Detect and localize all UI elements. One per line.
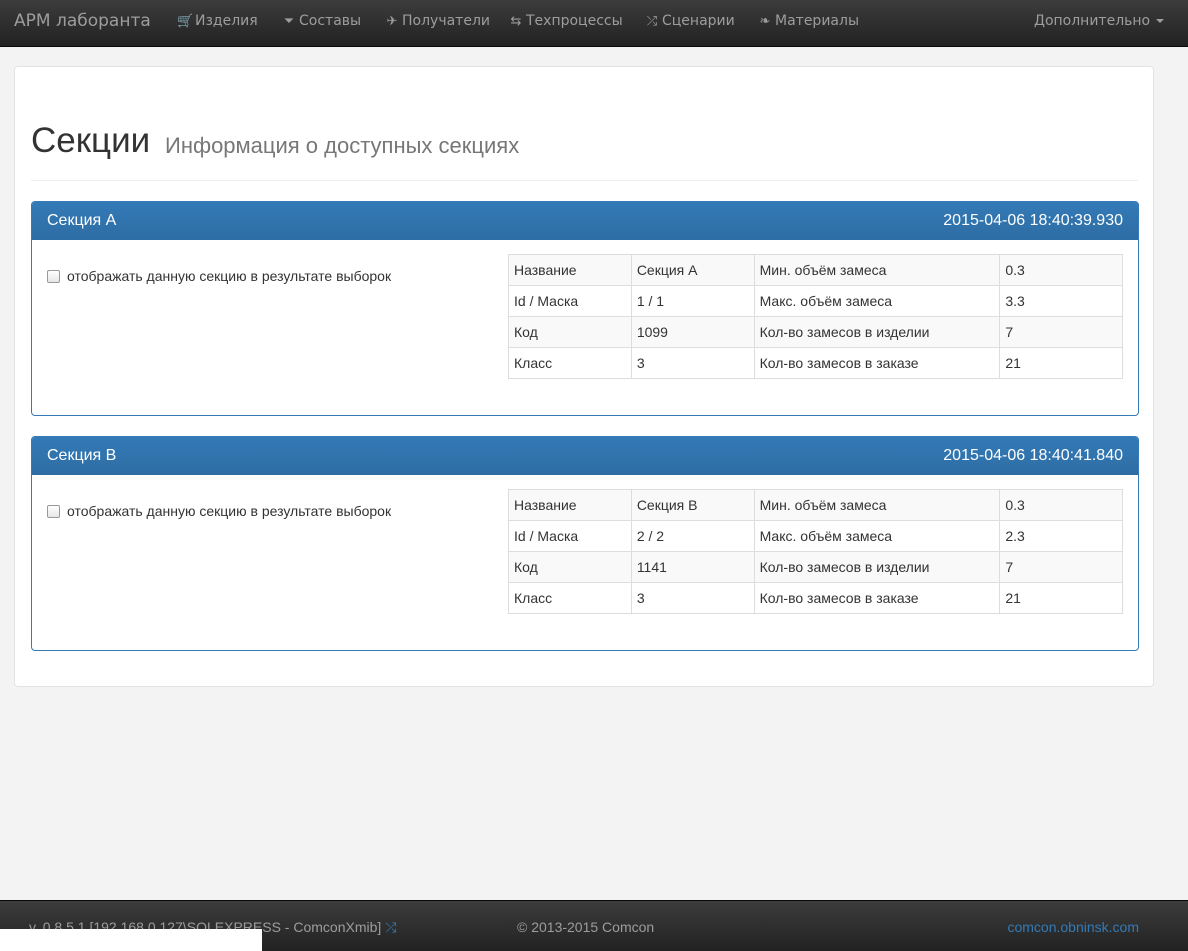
checkbox-box[interactable] <box>47 269 60 283</box>
page-header: Секции Информация о доступных секциях <box>31 117 1138 181</box>
table-cell: Кол-во замесов в заказе <box>753 347 1001 379</box>
table-cell: 21 <box>999 582 1123 614</box>
main-container: Секции Информация о доступных секциях Се… <box>14 66 1154 687</box>
retweet-icon: ⇆ <box>510 14 522 29</box>
table-cell: Id / Маска <box>508 520 632 552</box>
section-info-table: Название Секция B Мин. объём замеса 0.3 … <box>508 489 1123 614</box>
table-row: Название Секция B Мин. объём замеса 0.3 <box>508 489 1123 521</box>
nav-item-label: Техпроцессы <box>526 13 623 29</box>
table-cell: Код <box>508 316 632 348</box>
table-cell: 3 <box>630 582 755 614</box>
table-row: Код 1141 Кол-во замесов в изделии 7 <box>508 551 1123 583</box>
panel-body: отображать данную секцию в результате вы… <box>32 240 1138 415</box>
panel-timestamp: 2015-04-06 18:40:39.930 <box>943 212 1123 229</box>
caret-down-icon <box>1156 19 1165 23</box>
table-row: Класс 3 Кол-во замесов в заказе 21 <box>508 582 1123 614</box>
panel-title: Секция B <box>47 447 117 464</box>
table-cell: Код <box>508 551 632 583</box>
show-section-checkbox[interactable]: отображать данную секцию в результате вы… <box>47 501 391 521</box>
nav-item-techprocesses[interactable]: ⇆ Техпроцессы <box>508 0 623 42</box>
table-cell: Секция B <box>630 489 755 521</box>
table-row: Название Секция A Мин. объём замеса 0.3 <box>508 254 1123 286</box>
table-row: Код 1099 Кол-во замесов в изделии 7 <box>508 316 1123 348</box>
table-cell: Название <box>508 489 632 521</box>
nav-item-label: Сценарии <box>662 13 735 29</box>
cart-icon: 🛒 <box>177 14 194 29</box>
table-cell: 2 / 2 <box>630 520 755 552</box>
nav-item-label: Составы <box>299 13 362 29</box>
leaf-icon: ❧ <box>759 14 771 29</box>
table-cell: 1099 <box>630 316 755 348</box>
table-cell: 3 <box>630 347 755 379</box>
panel-heading: Секция B 2015-04-06 18:40:41.840 <box>32 437 1138 475</box>
panel-timestamp: 2015-04-06 18:40:41.840 <box>943 447 1123 464</box>
nav-item-label: Материалы <box>775 13 859 29</box>
nav-dropdown-more[interactable]: Дополнительно <box>1034 0 1165 42</box>
table-cell: 1141 <box>630 551 755 583</box>
random-icon[interactable]: ⤮ <box>385 919 396 935</box>
table-cell: Секция A <box>630 254 755 286</box>
table-cell: 3.3 <box>999 285 1123 317</box>
random-icon: ⤮ <box>646 14 658 29</box>
nav-item-scenarios[interactable]: ⤮ Сценарии <box>644 0 735 42</box>
table-cell: 21 <box>999 347 1123 379</box>
nav-item-label: Получатели <box>402 13 490 29</box>
nav-dropdown-label: Дополнительно <box>1034 13 1151 29</box>
checkbox-label: отображать данную секцию в результате вы… <box>67 503 392 519</box>
nav-item-label: Изделия <box>195 13 258 29</box>
filter-icon: ⏷ <box>283 14 295 29</box>
panel-heading: Секция A 2015-04-06 18:40:39.930 <box>32 202 1138 240</box>
table-row: Id / Маска 2 / 2 Макс. объём замеса 2.3 <box>508 520 1123 552</box>
table-cell: Класс <box>508 582 632 614</box>
table-cell: 0.3 <box>999 489 1123 521</box>
page-title: Секции <box>31 121 151 160</box>
page-subtitle: Информация о доступных секциях <box>165 133 520 158</box>
table-cell: Макс. объём замеса <box>753 520 1001 552</box>
nav-item-compositions[interactable]: ⏷ Составы <box>281 0 361 42</box>
table-cell: 1 / 1 <box>630 285 755 317</box>
plane-icon: ✈ <box>386 14 398 29</box>
table-cell: Мин. объём замеса <box>753 489 1001 521</box>
table-cell: Кол-во замесов в изделии <box>753 551 1001 583</box>
table-row: Id / Маска 1 / 1 Макс. объём замеса 3.3 <box>508 285 1123 317</box>
table-cell: 0.3 <box>999 254 1123 286</box>
nav-item-materials[interactable]: ❧ Материалы <box>757 0 859 42</box>
section-info-table: Название Секция A Мин. объём замеса 0.3 … <box>508 254 1123 379</box>
panel-title: Секция A <box>47 212 117 229</box>
panel-body: отображать данную секцию в результате вы… <box>32 475 1138 650</box>
table-cell: 7 <box>999 551 1123 583</box>
table-cell: 7 <box>999 316 1123 348</box>
table-cell: Кол-во замесов в заказе <box>753 582 1001 614</box>
navbar: АРМ лаборанта 🛒 Изделия ⏷ Составы ✈ Получат… <box>0 0 1188 47</box>
section-panel-a: Секция A 2015-04-06 18:40:39.930 отображ… <box>31 201 1139 416</box>
navbar-brand[interactable]: АРМ лаборанта <box>14 0 151 42</box>
show-section-checkbox[interactable]: отображать данную секцию в результате вы… <box>47 266 391 286</box>
checkbox-box[interactable] <box>47 504 60 518</box>
overlay-panel <box>0 929 262 951</box>
table-cell: 2.3 <box>999 520 1123 552</box>
table-cell: Id / Маска <box>508 285 632 317</box>
nav-item-recipients[interactable]: ✈ Получатели <box>384 0 490 42</box>
footer-site-link[interactable]: comcon.obninsk.com <box>1007 919 1139 935</box>
table-row: Класс 3 Кол-во замесов в заказе 21 <box>508 347 1123 379</box>
table-cell: Кол-во замесов в изделии <box>753 316 1001 348</box>
section-panel-b: Секция B 2015-04-06 18:40:41.840 отображ… <box>31 436 1139 651</box>
footer-copyright: © 2013-2015 Comcon <box>517 919 655 935</box>
table-cell: Макс. объём замеса <box>753 285 1001 317</box>
checkbox-label: отображать данную секцию в результате вы… <box>67 268 392 284</box>
table-cell: Название <box>508 254 632 286</box>
nav-item-products[interactable]: 🛒 Изделия <box>177 0 258 42</box>
table-cell: Класс <box>508 347 632 379</box>
table-cell: Мин. объём замеса <box>753 254 1001 286</box>
